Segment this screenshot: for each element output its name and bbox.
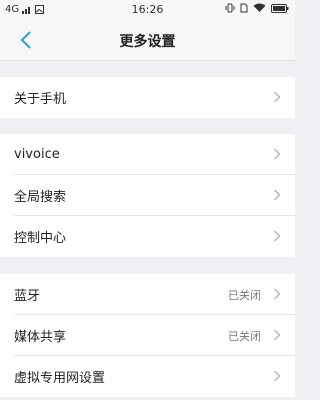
chevron-right-icon	[273, 329, 281, 341]
row-media-sharing[interactable]: 媒体共享 已关闭	[0, 315, 295, 356]
chevron-right-icon	[273, 91, 281, 103]
row-label: 控制中心	[14, 231, 67, 246]
row-status: 已关闭	[228, 288, 261, 302]
chevron-right-icon	[273, 230, 281, 242]
battery-icon	[271, 3, 289, 13]
settings-group-about: 关于手机	[0, 77, 295, 118]
wifi-icon	[253, 3, 266, 12]
row-label: vivoice	[14, 147, 60, 162]
chevron-right-icon	[273, 288, 281, 300]
chevron-right-icon	[273, 148, 281, 160]
vibrate-icon	[225, 3, 235, 13]
row-control-center[interactable]: 控制中心	[0, 216, 295, 257]
row-vpn-settings[interactable]: 虚拟专用网设置	[0, 356, 295, 397]
row-vivoice[interactable]: vivoice	[0, 134, 295, 175]
row-global-search[interactable]: 全局搜索	[0, 175, 295, 216]
row-label: 虚拟专用网设置	[14, 371, 106, 386]
row-label: 媒体共享	[14, 330, 67, 345]
chevron-right-icon	[273, 370, 281, 382]
row-status: 已关闭	[228, 329, 261, 343]
row-about-phone[interactable]: 关于手机	[0, 77, 295, 118]
status-right	[225, 3, 289, 13]
row-label: 蓝牙	[14, 289, 41, 304]
status-bar: 4G 16:26	[0, 0, 295, 20]
settings-group-connections: 蓝牙 已关闭 媒体共享 已关闭 虚拟专用网设置	[0, 274, 295, 397]
row-label: 全局搜索	[14, 190, 67, 205]
row-bluetooth[interactable]: 蓝牙 已关闭	[0, 274, 295, 315]
row-label: 关于手机	[14, 92, 67, 107]
navigation-bar: 更多设置	[0, 20, 295, 61]
settings-group-features: vivoice 全局搜索 控制中心	[0, 134, 295, 257]
chevron-right-icon	[273, 189, 281, 201]
page-title: 更多设置	[119, 34, 176, 50]
sim-icon	[240, 3, 248, 13]
